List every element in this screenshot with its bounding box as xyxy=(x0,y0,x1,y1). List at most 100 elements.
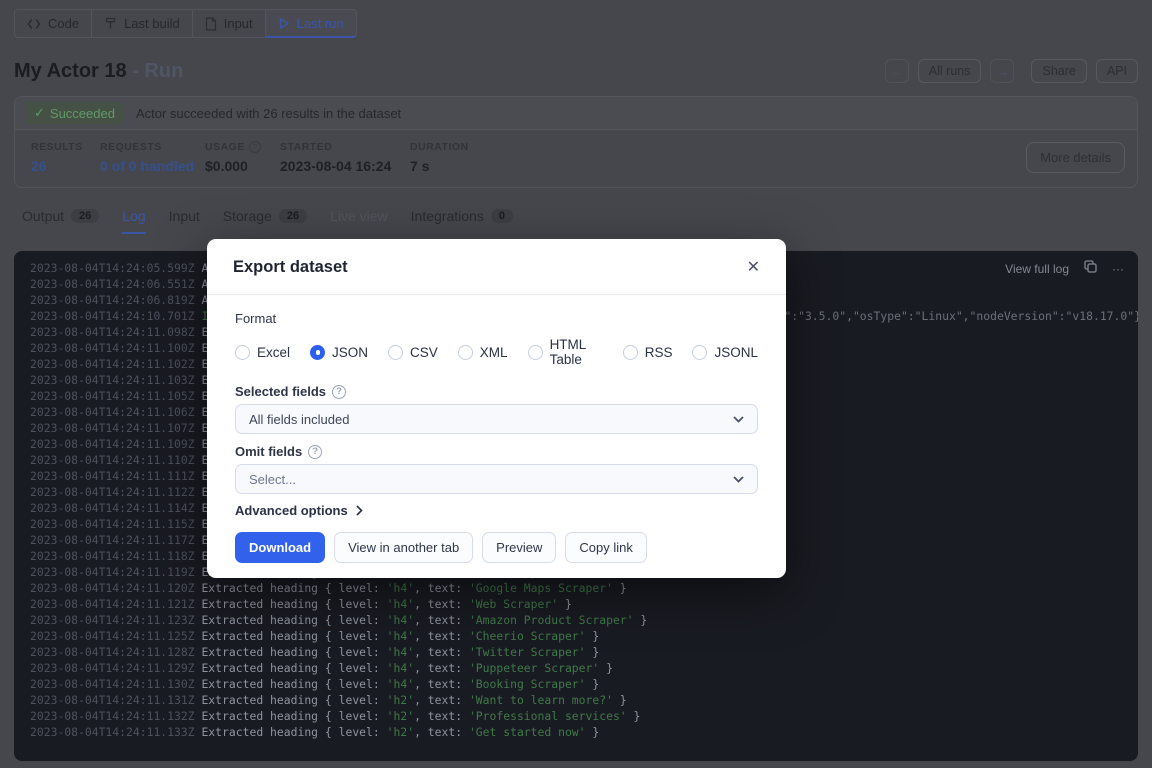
tab-integrations[interactable]: Integrations 0 xyxy=(411,208,513,234)
tab-count-badge: 26 xyxy=(71,209,99,223)
format-option-html-table[interactable]: HTML Table xyxy=(528,337,603,367)
omit-fields-placeholder: Select... xyxy=(249,472,296,487)
tab-label: Storage xyxy=(223,208,272,224)
top-tab-input[interactable]: Input xyxy=(192,9,266,38)
format-option-jsonl[interactable]: JSONL xyxy=(692,345,758,360)
log-menu-icon[interactable]: ··· xyxy=(1112,261,1124,277)
previous-run-button[interactable]: ← xyxy=(885,59,909,83)
help-icon[interactable]: ? xyxy=(308,445,322,459)
omit-fields-label: Omit fields ? xyxy=(235,444,758,459)
run-card: ✓Succeeded Actor succeeded with 26 resul… xyxy=(14,96,1138,188)
format-option-rss[interactable]: RSS xyxy=(623,345,673,360)
top-tab-label: Last build xyxy=(124,16,180,31)
hammer-icon xyxy=(104,17,117,30)
next-run-button[interactable]: → xyxy=(990,59,1014,83)
format-option-excel[interactable]: Excel xyxy=(235,345,290,360)
tab-label: Input xyxy=(169,208,200,224)
all-runs-button[interactable]: All runs xyxy=(918,59,982,83)
selected-fields-value: All fields included xyxy=(249,412,349,427)
tab-label: Integrations xyxy=(411,208,484,224)
copy-icon[interactable] xyxy=(1084,260,1097,277)
format-option-csv[interactable]: CSV xyxy=(388,345,438,360)
radio-unselected-icon[interactable] xyxy=(388,345,403,360)
tab-label: Live view xyxy=(330,208,388,224)
radio-unselected-icon[interactable] xyxy=(458,345,473,360)
stat-value: $0.000 xyxy=(205,158,280,174)
tab-count-badge: 0 xyxy=(491,209,513,223)
close-icon[interactable]: ✕ xyxy=(747,260,760,276)
advanced-options-toggle[interactable]: Advanced options xyxy=(235,503,758,518)
help-icon[interactable]: ? xyxy=(249,141,261,153)
actor-name: My Actor 18 xyxy=(14,60,127,82)
preview-button[interactable]: Preview xyxy=(482,532,556,563)
file-icon xyxy=(205,17,217,31)
modal-body: Format Excel JSON CSV XML HTML Table RSS JSONL… xyxy=(207,295,786,578)
tab-input[interactable]: Input xyxy=(169,208,200,234)
download-button[interactable]: Download xyxy=(235,532,325,563)
radio-unselected-icon[interactable] xyxy=(623,345,638,360)
status-badge-label: Succeeded xyxy=(50,106,115,121)
log-controls: View full log ··· xyxy=(1005,260,1124,277)
modal-buttons: Download View in another tab Preview Cop… xyxy=(235,532,758,563)
tab-storage[interactable]: Storage 26 xyxy=(223,208,307,234)
format-option-label: XML xyxy=(480,345,508,360)
top-tab-label: Last run xyxy=(297,16,344,31)
format-label: Format xyxy=(235,311,758,326)
format-option-label: HTML Table xyxy=(550,337,603,367)
more-details-button[interactable]: More details xyxy=(1026,142,1125,173)
log-line: 2023-08-04T14:24:11.123Z Extracted headi… xyxy=(30,612,1138,628)
format-option-label: RSS xyxy=(645,345,673,360)
selected-fields-label: Selected fields ? xyxy=(235,384,758,399)
top-tab-last-run[interactable]: Last run xyxy=(265,9,357,38)
omit-fields-select[interactable]: Select... xyxy=(235,464,758,494)
page-title: My Actor 18 - Run xyxy=(14,60,183,83)
help-icon[interactable]: ? xyxy=(332,385,346,399)
view-in-another-tab-button[interactable]: View in another tab xyxy=(334,532,473,563)
stat-label-text: DURATION xyxy=(410,141,469,153)
radio-unselected-icon[interactable] xyxy=(528,345,543,360)
tab-live-view: Live view xyxy=(330,208,388,234)
export-dataset-modal: Export dataset ✕ Format Excel JSON CSV XML H… xyxy=(207,239,786,578)
top-tab-label: Code xyxy=(48,16,79,31)
top-tab-code[interactable]: Code xyxy=(14,9,92,38)
run-suffix: - Run xyxy=(127,60,184,82)
format-option-xml[interactable]: XML xyxy=(458,345,508,360)
log-line: 2023-08-04T14:24:11.128Z Extracted headi… xyxy=(30,644,1138,660)
view-full-log-link[interactable]: View full log xyxy=(1005,261,1069,277)
status-badge: ✓Succeeded xyxy=(25,102,124,124)
radio-unselected-icon[interactable] xyxy=(692,345,707,360)
share-button[interactable]: Share xyxy=(1031,59,1086,83)
stat-label: REQUESTS xyxy=(100,141,205,153)
selected-fields-select[interactable]: All fields included xyxy=(235,404,758,434)
status-strip: ✓Succeeded Actor succeeded with 26 resul… xyxy=(15,97,1137,130)
format-option-label: JSONL xyxy=(714,345,758,360)
format-option-label: Excel xyxy=(257,345,290,360)
stat-label-text: USAGE xyxy=(205,141,245,153)
stat-value[interactable]: 0 of 0 handled xyxy=(100,158,205,174)
tab-count-badge: 26 xyxy=(279,209,307,223)
modal-header: Export dataset ✕ xyxy=(207,239,786,295)
stat-usage: USAGE? $0.000 xyxy=(205,141,280,174)
arrow-left-icon: ← xyxy=(890,64,903,79)
tab-log[interactable]: Log xyxy=(122,208,145,234)
stat-label: USAGE? xyxy=(205,141,280,153)
run-tab-bar: Output 26 Log Input Storage 26 Live view Integr… xyxy=(14,208,1138,234)
stat-label: STARTED xyxy=(280,141,410,153)
stat-value[interactable]: 26 xyxy=(31,158,100,174)
log-line: 2023-08-04T14:24:11.133Z Extracted headi… xyxy=(30,724,1138,740)
stat-label: RESULTS xyxy=(31,141,100,153)
top-tab-last-build[interactable]: Last build xyxy=(91,9,193,38)
tab-output[interactable]: Output 26 xyxy=(22,208,99,234)
api-button[interactable]: API xyxy=(1096,59,1138,83)
copy-link-button[interactable]: Copy link xyxy=(565,532,646,563)
header-actions: ← All runs → Share API xyxy=(885,59,1138,83)
radio-selected-icon[interactable] xyxy=(310,345,325,360)
code-icon xyxy=(27,18,41,30)
format-option-json[interactable]: JSON xyxy=(310,345,368,360)
chevron-down-icon xyxy=(733,476,744,483)
format-option-label: CSV xyxy=(410,345,438,360)
radio-unselected-icon[interactable] xyxy=(235,345,250,360)
tab-label: Output xyxy=(22,208,64,224)
top-tab-label: Input xyxy=(224,16,253,31)
stat-requests: REQUESTS 0 of 0 handled xyxy=(100,141,205,174)
